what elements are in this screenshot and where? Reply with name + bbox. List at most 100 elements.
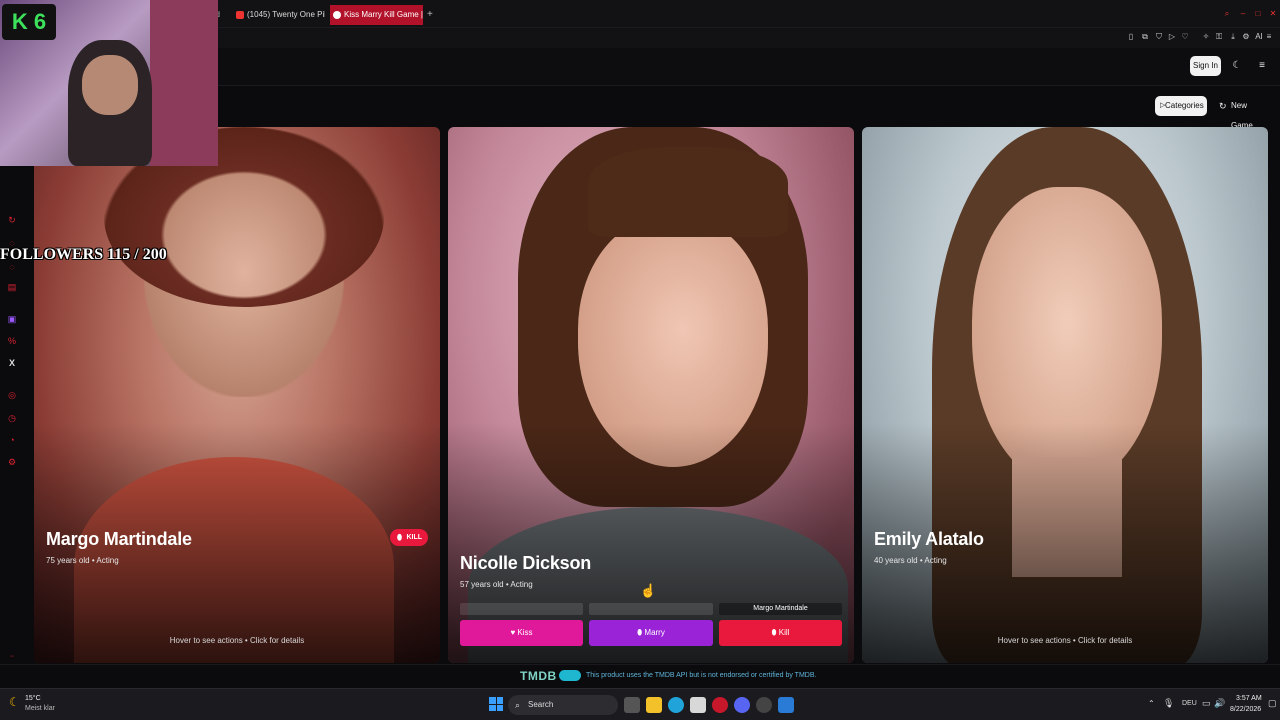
extension-icon[interactable]: ▯: [1126, 32, 1136, 42]
steam-icon[interactable]: [778, 697, 794, 713]
search-icon: ⌕: [515, 700, 521, 710]
discord-icon[interactable]: [734, 697, 750, 713]
kill-badge-label: KILL: [406, 534, 422, 541]
taskbar-search[interactable]: ⌕ Search: [508, 695, 618, 715]
weather-desc: Meist klar: [25, 705, 55, 712]
person-category: • Acting: [91, 556, 119, 565]
marry-slot: [589, 603, 713, 615]
kill-badge: ⬮ KILL: [390, 529, 428, 546]
clock-date[interactable]: 8/22/2026: [1230, 706, 1261, 713]
microphone-icon[interactable]: 🎙: [1163, 698, 1174, 709]
file-explorer-icon[interactable]: [646, 697, 662, 713]
refresh-icon[interactable]: ↻: [6, 215, 18, 225]
new-tab-button[interactable]: +: [424, 5, 440, 25]
x-logo-icon[interactable]: X: [6, 358, 18, 368]
webcam-door: [150, 0, 218, 166]
doc-icon[interactable]: ▤: [6, 282, 18, 292]
browser-tab-youtube[interactable]: (1045) Twenty One Pilots ·: [233, 5, 325, 25]
kiss-label: Kiss: [517, 628, 533, 637]
shield-icon[interactable]: ⛉: [1154, 32, 1164, 42]
close-icon[interactable]: ✕: [1268, 9, 1278, 19]
marry-button[interactable]: ⬮ Marry: [589, 620, 713, 646]
volume-icon[interactable]: 🔊: [1214, 698, 1225, 709]
settings-icon[interactable]: ⚙: [6, 457, 18, 467]
language-indicator[interactable]: DEU: [1182, 700, 1197, 707]
browser-tab-active[interactable]: Kiss Marry Kill Game | Eve: [330, 5, 423, 25]
download-icon[interactable]: ⤓: [1228, 32, 1238, 42]
puzzle-icon[interactable]: ✧: [1201, 32, 1211, 42]
kiss-button[interactable]: ♥ Kiss: [460, 620, 583, 646]
person-age: 57 years old: [460, 580, 504, 589]
windows-start-icon[interactable]: [489, 697, 503, 711]
clock-icon[interactable]: ◷: [6, 413, 18, 423]
tmdb-logo-pill: [559, 670, 581, 681]
categories-button[interactable]: ▷ Categories: [1155, 96, 1207, 116]
person-name: Nicolle Dickson: [460, 553, 592, 573]
refresh-icon: ↻: [1219, 101, 1227, 111]
mouse-cursor-icon: ☝: [640, 583, 657, 598]
play-icon[interactable]: ▷: [1167, 32, 1177, 42]
portrait-bangs: [588, 147, 788, 237]
tmdb-footer: TMDB This product uses the TMDB API but …: [0, 664, 1280, 688]
kill-label: Kill: [778, 628, 790, 637]
person-category: • Acting: [505, 580, 533, 589]
heart-outline-icon[interactable]: ♡: [1180, 32, 1190, 42]
maximize-icon[interactable]: □: [1253, 9, 1263, 19]
marry-label: Marry: [644, 628, 665, 637]
person-category: • Acting: [919, 556, 947, 565]
new-game-label: New Game: [1231, 101, 1253, 130]
knife-icon: ⬮: [771, 628, 777, 637]
search-icon[interactable]: ⌕: [1222, 9, 1232, 19]
person-card[interactable]: Nicolle Dickson 57 years old • Acting Ma…: [448, 127, 854, 663]
opera-gx-icon[interactable]: [712, 697, 728, 713]
heart-icon: ♥: [510, 628, 516, 637]
card-hint: Hover to see actions • Click for details: [997, 636, 1133, 645]
settings-icon[interactable]: ⚙: [1241, 32, 1251, 42]
misc-icon[interactable]: ◦◦: [6, 652, 18, 662]
tab-label: Kiss Marry Kill Game | Eve: [344, 10, 423, 19]
obs-icon[interactable]: [756, 697, 772, 713]
chevron-up-icon[interactable]: ⌃: [1148, 699, 1155, 708]
person-card[interactable]: Emily Alatalo 40 years old • Acting Hove…: [862, 127, 1268, 663]
webcam-face: [82, 55, 138, 115]
minimize-icon[interactable]: –: [1238, 9, 1248, 19]
followers-goal: FOLLOWERS 115 / 200: [0, 246, 167, 263]
network-icon[interactable]: ▭: [1202, 698, 1211, 709]
card-hint: Hover to see actions • Click for details: [169, 636, 305, 645]
clock-time[interactable]: 3:57 AM: [1236, 695, 1262, 702]
weather-moon-icon[interactable]: ☾: [9, 695, 20, 709]
percent-icon[interactable]: %: [6, 336, 18, 346]
new-game-button[interactable]: ↻ New Game: [1213, 96, 1269, 130]
kill-button[interactable]: ⬮ Kill: [719, 620, 842, 646]
notifications-icon[interactable]: ▢: [1268, 698, 1277, 709]
tmdb-logo: TMDB: [520, 669, 557, 683]
ring-icon: ⬮: [637, 628, 643, 637]
person-meta: 75 years old • Acting: [46, 556, 119, 565]
person-name: Emily Alatalo: [874, 529, 984, 549]
store-icon[interactable]: [690, 697, 706, 713]
twitch-icon[interactable]: ▣: [6, 314, 18, 324]
person-age: 40 years old: [874, 556, 918, 565]
person-name: Margo Martindale: [46, 529, 192, 549]
edge-icon[interactable]: [668, 697, 684, 713]
chat-icon[interactable]: ◔: [6, 435, 18, 445]
lock-icon[interactable]: ⚿: [1214, 32, 1224, 42]
person-card[interactable]: Margo Martindale 75 years old • Acting ⬮…: [34, 127, 440, 663]
kill-slot-assigned: Margo Martindale: [719, 603, 842, 615]
heart-icon: [333, 11, 341, 19]
os-taskbar: ☾ 15°C Meist klar ⌕ Search ⌃ 🎙 DEU ▭ 🔊 3…: [0, 688, 1280, 720]
hamburger-menu-icon[interactable]: ≡: [1254, 58, 1270, 74]
task-view-icon[interactable]: [624, 697, 640, 713]
menu-icon[interactable]: ≡: [1264, 32, 1274, 42]
person-age: 75 years old: [46, 556, 90, 565]
weather-temp: 15°C: [25, 695, 41, 702]
theme-toggle-moon-icon[interactable]: ☾: [1229, 58, 1245, 74]
circle-play-icon[interactable]: ◎: [6, 390, 18, 400]
person-meta: 40 years old • Acting: [874, 556, 947, 565]
kiss-slot: [460, 603, 583, 615]
search-placeholder: Search: [528, 700, 554, 709]
chevron-right-icon: ▷: [1160, 102, 1166, 109]
kick-badge: K 6: [2, 4, 56, 40]
sign-in-button[interactable]: Sign In: [1190, 56, 1221, 76]
screenshot-icon[interactable]: ⧉: [1140, 32, 1150, 42]
